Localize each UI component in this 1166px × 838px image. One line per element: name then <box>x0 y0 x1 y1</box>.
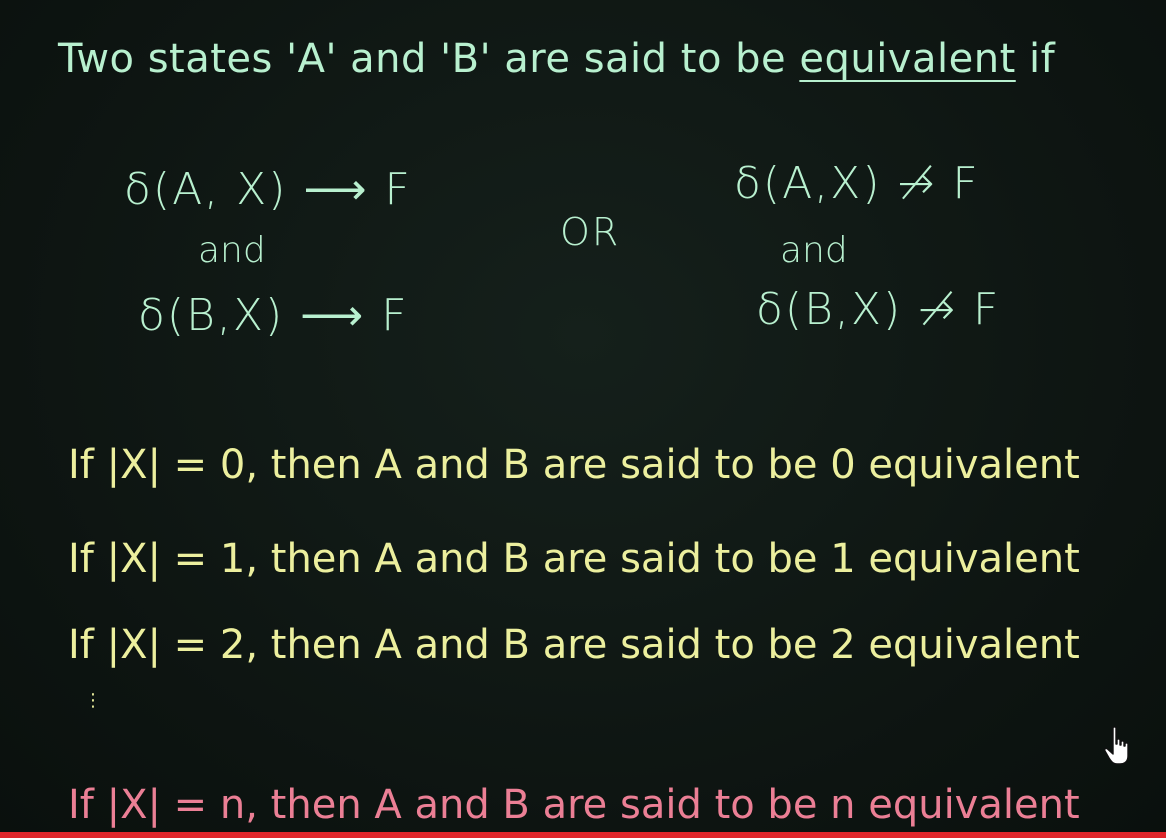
left-condition-line-1: δ(A, X) ⟶ F <box>124 164 412 215</box>
right-condition-line-1: δ(A,X) ↛ F <box>734 158 980 209</box>
hand-pointer-icon <box>1104 726 1129 765</box>
rule-n-equivalent: If |X| = n, then A and B are said to be … <box>68 782 1080 828</box>
video-progress-bar[interactable] <box>0 832 1166 838</box>
video-frame[interactable]: Two states 'A' and 'B' are said to be eq… <box>0 0 1166 838</box>
right-condition-and: and <box>780 230 848 271</box>
rule-2-equivalent: If |X| = 2, then A and B are said to be … <box>68 622 1080 668</box>
vertical-ellipsis: ⋮ <box>84 690 102 711</box>
rule-0-equivalent: If |X| = 0, then A and B are said to be … <box>68 442 1080 488</box>
left-condition-and: and <box>198 230 266 271</box>
heading: Two states 'A' and 'B' are said to be eq… <box>58 36 1055 82</box>
left-condition-line-2: δ(B,X) ⟶ F <box>138 290 409 341</box>
right-condition-line-2: δ(B,X) ↛ F <box>756 284 1001 335</box>
or-label: OR <box>560 210 621 254</box>
heading-prefix: Two states 'A' and 'B' are said to be <box>58 36 800 82</box>
heading-underlined-word: equivalent <box>799 36 1016 82</box>
heading-suffix: if <box>1015 36 1056 82</box>
rule-1-equivalent: If |X| = 1, then A and B are said to be … <box>68 536 1080 582</box>
